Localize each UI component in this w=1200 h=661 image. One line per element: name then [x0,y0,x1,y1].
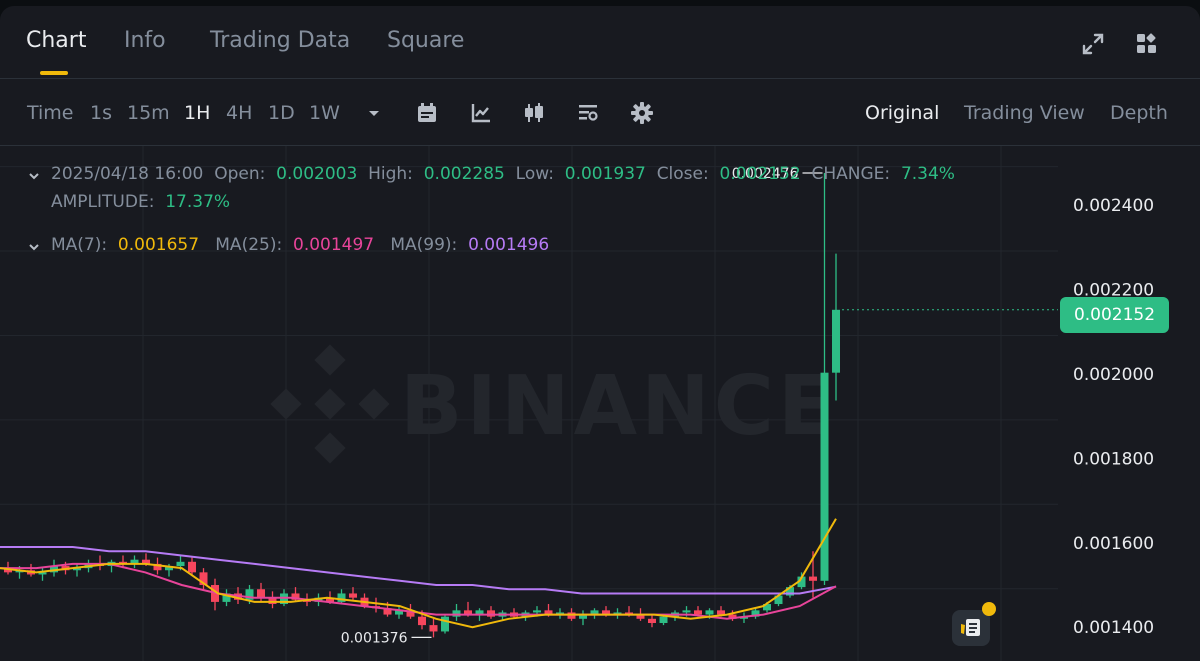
notes-icon [961,619,980,636]
candle-body [418,616,426,626]
low-value: 0.001937 [564,164,646,184]
binance-logo-icon [270,344,390,464]
ma99-line [0,546,837,595]
logo-diamond [314,432,346,464]
close-value: 0.002152 [719,164,801,184]
candle-datetime: 2025/04/18 16:00 [51,164,204,184]
candle-body [832,309,840,373]
notification-dot [982,602,996,616]
open-label: Open: [214,164,266,184]
candle-body [820,372,829,581]
high-value: 0.002285 [423,164,505,184]
ma7-value: 0.001657 [117,235,200,255]
candle-body [429,625,438,632]
candle-body [659,616,668,624]
logo-diamond [270,388,302,420]
notes-button[interactable] [952,610,990,646]
amplitude-label: AMPLITUDE: [51,192,155,212]
low-label: Low: [515,164,554,184]
logo-diamond [358,388,390,420]
candle-body [176,561,185,567]
ohlc-legend: 2025/04/18 16:00 Open: 0.002003 High: 0.… [51,164,955,184]
high-label: High: [368,164,413,184]
chart-panel: Chart Info Trading Data Square Time 1s 1… [0,6,1200,661]
y-tick-label: 0.002000 [1073,365,1154,385]
y-tick-label: 0.001400 [1073,618,1154,638]
candle-body [533,610,541,613]
min-price-label: 0.001376 [341,630,408,646]
y-tick-label: 0.001600 [1073,534,1154,554]
amplitude-value: 17.37% [165,192,231,212]
amplitude-legend: AMPLITUDE: 17.37% [51,192,230,212]
candle-body [349,593,357,598]
candle-body [452,610,461,617]
ma25-value: 0.001497 [293,235,375,255]
candle-body [682,610,691,613]
ma-legend: MA(7): 0.001657 MA(25): 0.001497 MA(99):… [51,235,549,255]
change-label: CHANGE: [811,164,891,184]
close-label: Close: [656,164,709,184]
watermark-text: BINANCE [400,359,838,454]
candle-body [441,616,449,632]
candle-body [257,589,265,598]
candle-body [705,610,714,615]
candle-body [487,610,495,617]
collapse-chevron-icon[interactable] [27,169,41,183]
current-price-tag: 0.002152 [1060,297,1169,333]
candle-body [188,561,196,573]
ma7-label: MA(7): [51,235,108,255]
ma-collapse-chevron-icon[interactable] [27,240,41,254]
ma99-label: MA(99): [390,235,458,255]
open-value: 0.002003 [276,164,358,184]
candle-body [694,610,702,615]
logo-diamond [314,344,346,376]
candle-body [567,612,576,619]
change-value: 7.34% [900,164,955,184]
y-tick-label: 0.001800 [1073,449,1154,469]
ma99-value: 0.001496 [468,235,550,255]
ma25-label: MA(25): [215,235,283,255]
candle-body [648,618,656,624]
logo-diamond [314,388,346,420]
candle-body [717,610,725,615]
y-tick-label: 0.002400 [1073,196,1154,216]
candlestick-chart[interactable]: BINANCE0.0024000.0022000.0020000.0018000… [0,6,1200,661]
candle-body [809,576,817,581]
